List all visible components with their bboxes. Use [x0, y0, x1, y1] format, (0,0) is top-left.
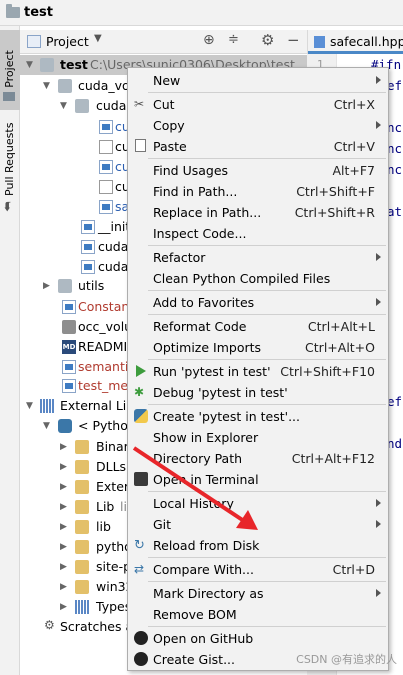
annotation-arrow — [132, 446, 258, 530]
arrow-shaft — [132, 446, 246, 523]
watermark: CSDN @有追求的人 — [296, 653, 397, 666]
